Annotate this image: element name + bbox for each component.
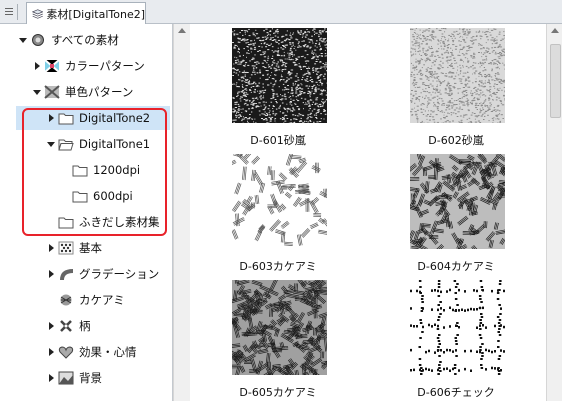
material-name: D-604カケアミ bbox=[417, 260, 495, 273]
folder-icon bbox=[58, 113, 74, 125]
basic-tone-icon bbox=[58, 241, 74, 255]
expand-arrow-icon[interactable] bbox=[46, 321, 56, 331]
tree-item-label: DigitalTone2 bbox=[79, 111, 151, 125]
tree-item-label: 単色パターン bbox=[65, 85, 134, 99]
tree-item-label: カケアミ bbox=[79, 293, 125, 307]
tree-item-1[interactable]: カラーパターン bbox=[0, 54, 170, 78]
caret-spacer bbox=[46, 295, 56, 305]
material-tile[interactable]: D-602砂嵐 bbox=[386, 28, 526, 150]
tree-item-10[interactable]: カケアミ bbox=[0, 288, 170, 312]
tab-label: 素材[DigitalTone2] bbox=[46, 7, 145, 21]
material-thumbnail[interactable] bbox=[410, 154, 505, 249]
expand-arrow-icon[interactable] bbox=[46, 243, 56, 253]
expand-arrow-icon[interactable] bbox=[46, 269, 56, 279]
background-icon bbox=[58, 371, 74, 385]
tree-item-label: 600dpi bbox=[93, 189, 133, 203]
material-grid: D-601砂嵐 D-602砂嵐 D-603カケアミ D-604カケアミ D-605カケア… bbox=[190, 24, 546, 401]
material-name: D-606チェック bbox=[417, 386, 495, 399]
tree-item-0[interactable]: すべての素材 bbox=[0, 28, 170, 52]
collapse-arrow-icon[interactable] bbox=[18, 35, 28, 45]
pattern-icon bbox=[60, 320, 72, 332]
color-pattern-icon bbox=[44, 59, 60, 73]
tree-item-9[interactable]: グラデーション bbox=[0, 262, 170, 286]
tree-item-12[interactable]: 効果・心情 bbox=[0, 340, 170, 364]
caret-spacer bbox=[60, 165, 70, 175]
materials-tab-icon bbox=[32, 8, 44, 19]
gradation-icon bbox=[60, 269, 73, 280]
material-name: D-605カケアミ bbox=[239, 386, 317, 399]
material-tile[interactable]: D-605カケアミ bbox=[208, 280, 348, 401]
monochrome-pattern-icon bbox=[44, 85, 60, 99]
expand-arrow-icon[interactable] bbox=[46, 347, 56, 357]
tree-item-label: 柄 bbox=[79, 319, 91, 333]
crosshatch-icon bbox=[60, 294, 72, 306]
material-name: D-603カケアミ bbox=[239, 260, 317, 273]
tree-item-4[interactable]: DigitalTone1 bbox=[0, 132, 170, 156]
tree-item-2[interactable]: 単色パターン bbox=[0, 80, 170, 104]
collapse-arrow-icon[interactable] bbox=[46, 139, 56, 149]
tree-item-label: グラデーション bbox=[79, 267, 160, 281]
tree-item-label: 1200dpi bbox=[93, 163, 141, 177]
materials-root-icon bbox=[32, 34, 44, 46]
material-thumbnail[interactable] bbox=[232, 28, 327, 123]
folder-icon bbox=[58, 217, 74, 229]
effect-emotion-icon bbox=[58, 346, 74, 359]
tree-item-8[interactable]: 基本 bbox=[0, 236, 170, 260]
panel-tab-bar: 素材[DigitalTone2] bbox=[0, 0, 562, 24]
tree-item-label: 背景 bbox=[79, 371, 102, 385]
tree-item-label: DigitalTone1 bbox=[79, 137, 151, 151]
tree-item-7[interactable]: ふきだし素材集 bbox=[0, 210, 170, 234]
tree-item-13[interactable]: 背景 bbox=[0, 366, 170, 390]
material-tile[interactable]: D-601砂嵐 bbox=[208, 28, 348, 150]
tab-materials[interactable]: 素材[DigitalTone2] bbox=[26, 2, 146, 24]
caret-spacer bbox=[60, 191, 70, 201]
material-tile[interactable]: D-603カケアミ bbox=[208, 154, 348, 276]
tree-item-label: カラーパターン bbox=[65, 59, 145, 73]
tree-item-3[interactable]: DigitalTone2 bbox=[16, 106, 170, 130]
tree-item-11[interactable]: 柄 bbox=[0, 314, 170, 338]
material-thumbnail[interactable] bbox=[232, 154, 327, 249]
material-name: D-602砂嵐 bbox=[428, 134, 484, 147]
material-thumbnail[interactable] bbox=[410, 28, 505, 123]
material-tree: すべての素材カラーパターン 単色パターン DigitalTone2 DigitalTo… bbox=[0, 24, 173, 401]
material-tile[interactable]: D-606チェック bbox=[386, 280, 526, 401]
scroll-up-icon[interactable] bbox=[178, 28, 186, 33]
panel-menu-icon[interactable] bbox=[3, 4, 18, 20]
expand-arrow-icon[interactable] bbox=[32, 61, 42, 71]
caret-spacer bbox=[46, 217, 56, 227]
folder-icon bbox=[72, 165, 88, 177]
tree-scrollbar[interactable] bbox=[173, 24, 189, 401]
folder-open-icon bbox=[58, 139, 74, 151]
scroll-up-icon[interactable] bbox=[551, 28, 559, 33]
tree-item-6[interactable]: 600dpi bbox=[0, 184, 170, 208]
material-thumbnail[interactable] bbox=[410, 280, 505, 375]
tree-item-label: ふきだし素材集 bbox=[79, 215, 160, 229]
tree-item-label: 基本 bbox=[79, 241, 102, 255]
grid-scrollbar[interactable] bbox=[546, 24, 562, 401]
material-tile[interactable]: D-604カケアミ bbox=[386, 154, 526, 276]
material-name: D-601砂嵐 bbox=[250, 134, 306, 147]
collapse-arrow-icon[interactable] bbox=[32, 87, 42, 97]
tree-item-label: すべての素材 bbox=[51, 33, 119, 47]
folder-icon bbox=[72, 191, 88, 203]
expand-arrow-icon[interactable] bbox=[46, 113, 56, 123]
expand-arrow-icon[interactable] bbox=[46, 373, 56, 383]
scrollbar-thumb[interactable] bbox=[550, 44, 561, 118]
material-thumbnail[interactable] bbox=[232, 280, 327, 375]
tree-item-label: 効果・心情 bbox=[79, 345, 137, 359]
tree-item-5[interactable]: 1200dpi bbox=[0, 158, 170, 182]
